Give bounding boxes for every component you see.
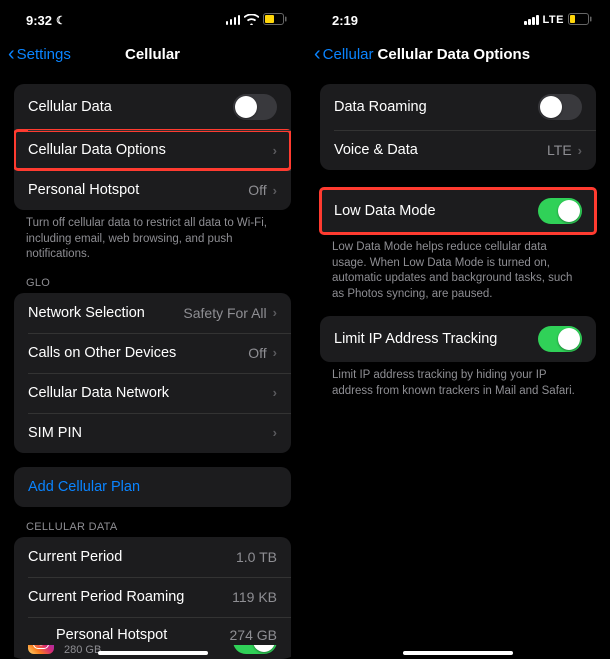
chevron-right-icon: › bbox=[273, 345, 277, 360]
group-limit-ip: Limit IP Address Tracking bbox=[320, 316, 596, 362]
section-header-glo: GLO bbox=[0, 277, 305, 293]
row-label: Cellular Data bbox=[28, 99, 112, 115]
back-label: Cellular bbox=[323, 46, 374, 63]
row-personal-hotspot[interactable]: Personal Hotspot Off › bbox=[14, 170, 291, 210]
group-cellular-main: Cellular Data Cellular Data Options › Pe… bbox=[14, 84, 291, 210]
section-header-cellular-data: CELLULAR DATA bbox=[0, 521, 305, 537]
chevron-right-icon: › bbox=[578, 143, 582, 158]
wifi-icon bbox=[244, 13, 259, 28]
row-value: Off bbox=[248, 345, 266, 361]
chevron-right-icon: › bbox=[273, 183, 277, 198]
back-label: Settings bbox=[17, 46, 71, 63]
row-data-roaming[interactable]: Data Roaming bbox=[320, 84, 596, 130]
row-current-period: Current Period 1.0 TB bbox=[14, 537, 291, 577]
chevron-right-icon: › bbox=[273, 425, 277, 440]
page-title: Cellular Data Options bbox=[378, 46, 531, 63]
row-voice-data[interactable]: Voice & Data LTE › bbox=[320, 130, 596, 170]
row-label: Current Period Roaming bbox=[28, 589, 184, 605]
chevron-left-icon: ‹ bbox=[8, 44, 15, 64]
row-label: SIM PIN bbox=[28, 425, 82, 441]
row-label: Add Cellular Plan bbox=[28, 479, 140, 495]
row-label: Limit IP Address Tracking bbox=[334, 331, 497, 347]
row-value: Safety For All bbox=[183, 305, 266, 321]
row-value: 119 KB bbox=[232, 589, 277, 605]
row-sim-pin[interactable]: SIM PIN › bbox=[14, 413, 291, 453]
toggle-data-roaming[interactable] bbox=[538, 94, 582, 120]
cell-signal-icon bbox=[524, 15, 539, 25]
group-roaming-voice: Data Roaming Voice & Data LTE › bbox=[320, 84, 596, 170]
phone-cellular-data-options: 2:19 LTE ‹ Cellular Cellular Data Option… bbox=[305, 0, 610, 659]
row-cellular-data-options[interactable]: Cellular Data Options › bbox=[14, 130, 291, 170]
toggle-cellular-data[interactable] bbox=[233, 94, 277, 120]
chevron-right-icon: › bbox=[273, 143, 277, 158]
toggle-low-data-mode[interactable] bbox=[538, 198, 582, 224]
row-low-data-mode[interactable]: Low Data Mode bbox=[320, 188, 596, 234]
page-title: Cellular bbox=[125, 46, 180, 63]
nav-bar: ‹ Settings Cellular bbox=[0, 34, 305, 74]
home-indicator[interactable] bbox=[98, 651, 208, 655]
home-indicator[interactable] bbox=[403, 651, 513, 655]
status-bar: 9:32 ☾ bbox=[0, 0, 305, 34]
chevron-right-icon: › bbox=[273, 305, 277, 320]
dnd-moon-icon: ☾ bbox=[56, 14, 66, 27]
row-value: 1.0 TB bbox=[236, 549, 277, 565]
row-label: Voice & Data bbox=[334, 142, 418, 158]
footer-low-data: Low Data Mode helps reduce cellular data… bbox=[306, 240, 610, 316]
row-value: 274 GB bbox=[230, 627, 277, 643]
row-label: Personal Hotspot bbox=[56, 627, 167, 643]
row-partial-hotspot: Personal Hotspot 274 GB bbox=[14, 621, 291, 645]
row-label: Cellular Data Network bbox=[28, 385, 169, 401]
chevron-right-icon: › bbox=[273, 385, 277, 400]
row-value: Off bbox=[248, 182, 266, 198]
row-label: Calls on Other Devices bbox=[28, 345, 176, 361]
phone-cellular-settings: 9:32 ☾ ‹ Settings Cellular Cellular Data bbox=[0, 0, 305, 659]
content-scroll[interactable]: Data Roaming Voice & Data LTE › Low Data… bbox=[306, 74, 610, 659]
row-cellular-data-network[interactable]: Cellular Data Network › bbox=[14, 373, 291, 413]
row-value: LTE bbox=[547, 142, 572, 158]
network-label: LTE bbox=[543, 14, 564, 26]
row-label: Data Roaming bbox=[334, 99, 427, 115]
row-label: Cellular Data Options bbox=[28, 142, 166, 158]
content-scroll[interactable]: Cellular Data Cellular Data Options › Pe… bbox=[0, 74, 305, 659]
row-label: Low Data Mode bbox=[334, 203, 436, 219]
status-time: 9:32 bbox=[26, 13, 52, 28]
cell-signal-icon bbox=[226, 15, 241, 25]
row-cellular-data[interactable]: Cellular Data bbox=[14, 84, 291, 130]
footer-cellular-note: Turn off cellular data to restrict all d… bbox=[0, 216, 305, 277]
row-label: Personal Hotspot bbox=[28, 182, 139, 198]
back-button[interactable]: ‹ Settings bbox=[8, 44, 71, 64]
toggle-limit-ip[interactable] bbox=[538, 326, 582, 352]
nav-bar: ‹ Cellular Cellular Data Options bbox=[306, 34, 610, 74]
row-label: Network Selection bbox=[28, 305, 145, 321]
row-limit-ip-tracking[interactable]: Limit IP Address Tracking bbox=[320, 316, 596, 362]
row-label: Current Period bbox=[28, 549, 122, 565]
battery-icon bbox=[568, 13, 592, 28]
group-low-data-mode: Low Data Mode bbox=[320, 188, 596, 234]
chevron-left-icon: ‹ bbox=[314, 44, 321, 64]
status-time: 2:19 bbox=[332, 13, 358, 28]
row-add-cellular-plan[interactable]: Add Cellular Plan bbox=[14, 467, 291, 507]
status-bar: 2:19 LTE bbox=[306, 0, 610, 34]
battery-icon bbox=[263, 13, 287, 28]
row-calls-other-devices[interactable]: Calls on Other Devices Off › bbox=[14, 333, 291, 373]
group-add-plan: Add Cellular Plan bbox=[14, 467, 291, 507]
row-network-selection[interactable]: Network Selection Safety For All › bbox=[14, 293, 291, 333]
footer-limit-ip: Limit IP address tracking by hiding your… bbox=[306, 368, 610, 413]
row-current-period-roaming: Current Period Roaming 119 KB bbox=[14, 577, 291, 617]
group-glo: Network Selection Safety For All › Calls… bbox=[14, 293, 291, 453]
back-button[interactable]: ‹ Cellular bbox=[314, 44, 374, 64]
